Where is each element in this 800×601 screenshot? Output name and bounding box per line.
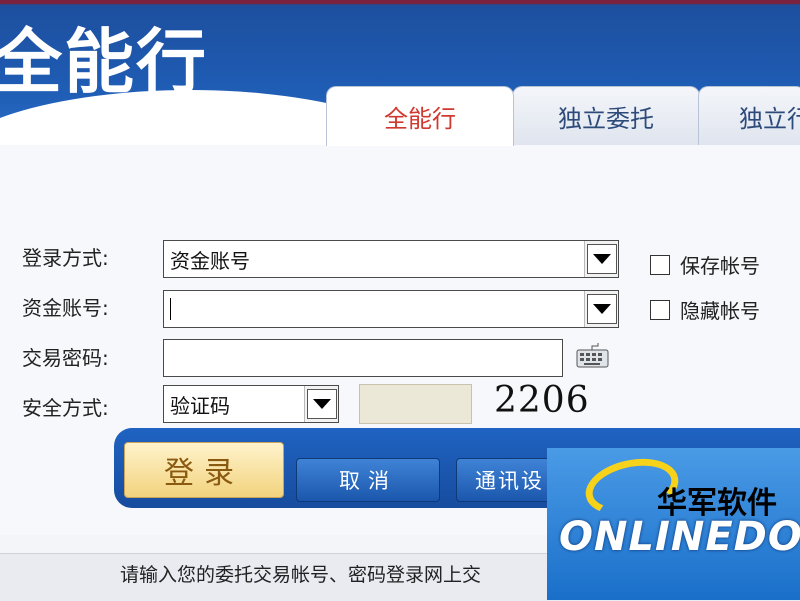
hide-account-label: 隐藏帐号: [680, 299, 760, 323]
chevron-down-icon: [586, 244, 617, 274]
save-account-checkbox[interactable]: 保存帐号: [650, 250, 760, 279]
account-dropdown[interactable]: [584, 291, 618, 327]
security-dropdown[interactable]: [304, 386, 338, 422]
text-caret: [170, 298, 171, 320]
tab-quanneng[interactable]: 全能行: [326, 86, 514, 146]
login-method-select[interactable]: 资金账号: [163, 240, 619, 278]
watermark-logo: 华军软件 ONLINEDOW: [547, 448, 800, 600]
tab-independent-quote[interactable]: 独立行: [698, 86, 800, 146]
password-label: 交易密码:: [22, 346, 109, 370]
account-input[interactable]: [163, 290, 619, 328]
app-title: 全能行: [0, 21, 208, 103]
checkbox-box[interactable]: [650, 254, 670, 275]
security-select[interactable]: 验证码: [163, 385, 339, 423]
password-input[interactable]: [163, 339, 563, 377]
login-method-value: 资金账号: [170, 248, 250, 273]
tab-bar: 全能行 独立委托 独立行: [326, 86, 800, 146]
tab-label: 独立委托: [558, 105, 654, 133]
checkbox-box[interactable]: [650, 299, 670, 320]
tab-label: 全能行: [384, 105, 456, 133]
tab-independent-order[interactable]: 独立委托: [512, 86, 700, 146]
keyboard-icon[interactable]: [576, 343, 610, 369]
chevron-down-icon: [306, 389, 337, 419]
status-text: 请输入您的委托交易帐号、密码登录网上交: [120, 564, 482, 586]
cancel-button[interactable]: 取消: [296, 458, 440, 502]
hide-account-checkbox[interactable]: 隐藏帐号: [650, 295, 760, 324]
header-stripe: [0, 0, 800, 4]
captcha-code[interactable]: 2206: [494, 380, 590, 421]
account-label: 资金账号:: [22, 296, 109, 320]
security-label: 安全方式:: [22, 396, 109, 420]
save-account-label: 保存帐号: [680, 254, 760, 278]
login-method-dropdown[interactable]: [584, 241, 618, 277]
watermark-en: ONLINEDOW: [559, 514, 800, 560]
chevron-down-icon: [586, 294, 617, 324]
captcha-input[interactable]: [359, 384, 472, 424]
login-button[interactable]: 登录: [124, 442, 284, 498]
tab-label: 独立行: [739, 105, 800, 133]
login-method-label: 登录方式:: [22, 246, 109, 270]
security-value: 验证码: [170, 393, 230, 418]
